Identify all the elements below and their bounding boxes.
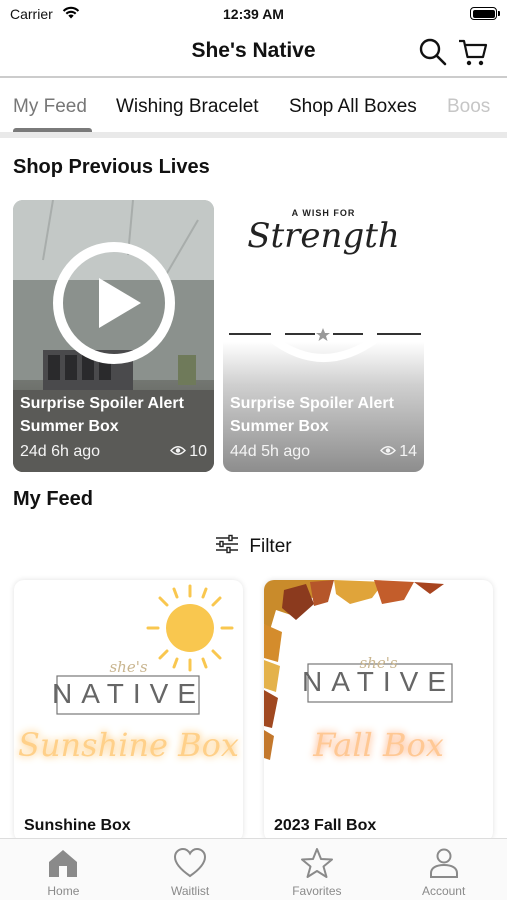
category-tabs: My Feed Wishing Bracelet Shop All Boxes … <box>0 80 507 138</box>
live-views: 10 <box>170 443 207 461</box>
logo-small-text: she's <box>109 658 148 676</box>
product-card[interactable]: she's NATIVE Sunshine Box Sunshine Box <box>14 580 243 842</box>
brand-logo: NATIVE <box>301 666 456 697</box>
heart-icon <box>174 847 207 878</box>
live-views: 14 <box>380 443 417 461</box>
tab-shop-all-boxes[interactable]: Shop All Boxes <box>289 96 417 118</box>
view-count: 14 <box>399 443 417 460</box>
tab-boos[interactable]: Boos <box>447 96 490 118</box>
brand-logo: NATIVE <box>51 678 206 709</box>
live-title: Surprise Spoiler Alert Summer Box <box>20 395 184 435</box>
nav-favorites[interactable]: Favorites <box>254 839 381 900</box>
play-icon[interactable] <box>49 238 179 368</box>
eye-icon <box>380 443 397 461</box>
nav-label: Account <box>421 884 466 898</box>
live-time-ago: 44d 5h ago <box>230 443 311 460</box>
tab-wishing-bracelet[interactable]: Wishing Bracelet <box>116 96 259 118</box>
section-title-previous-lives: Shop Previous Lives <box>13 156 210 178</box>
product-card[interactable]: she's NATIVE Fall Box 2023 Fall Box <box>264 580 493 842</box>
live-card[interactable]: A WISH FOR Strength Surprise Spoiler Ale… <box>223 200 424 472</box>
artwork-script: Strength <box>247 216 400 256</box>
bottom-nav: Home Waitlist Favorites Account <box>0 838 507 900</box>
bracelet-graphic <box>229 328 421 362</box>
cart-icon[interactable] <box>457 36 489 68</box>
live-title: Surprise Spoiler Alert Summer Box <box>230 395 394 435</box>
live-card[interactable]: Surprise Spoiler Alert Summer Box 24d 6h… <box>13 200 214 472</box>
view-count: 10 <box>189 443 207 460</box>
eye-icon <box>170 443 187 461</box>
clock: 12:39 AM <box>223 6 284 22</box>
battery-icon <box>470 7 500 20</box>
product-name: Sunshine Box <box>24 817 131 834</box>
star-icon <box>300 848 333 878</box>
home-icon <box>49 850 78 877</box>
status-bar: Carrier 12:39 AM <box>0 0 507 28</box>
nav-label: Favorites <box>292 884 342 898</box>
section-title-my-feed: My Feed <box>13 488 94 510</box>
product-script-title: Sunshine Box <box>18 726 239 764</box>
filter-label: Filter <box>249 536 292 557</box>
product-script-title: Fall Box <box>313 726 444 764</box>
nav-waitlist[interactable]: Waitlist <box>127 839 254 900</box>
nav-account[interactable]: Account <box>380 839 507 900</box>
product-name: 2023 Fall Box <box>274 817 377 834</box>
tab-my-feed[interactable]: My Feed <box>13 96 87 118</box>
nav-label: Home <box>47 884 80 898</box>
account-icon <box>429 848 458 878</box>
filter-button[interactable]: Filter <box>0 534 507 560</box>
active-tab-indicator <box>13 128 92 132</box>
search-icon[interactable] <box>417 36 449 68</box>
live-time-ago: 24d 6h ago <box>20 443 101 460</box>
sliders-icon <box>215 534 239 560</box>
app-header: She's Native <box>0 28 507 78</box>
nav-label: Waitlist <box>171 884 210 898</box>
nav-home[interactable]: Home <box>0 839 127 900</box>
